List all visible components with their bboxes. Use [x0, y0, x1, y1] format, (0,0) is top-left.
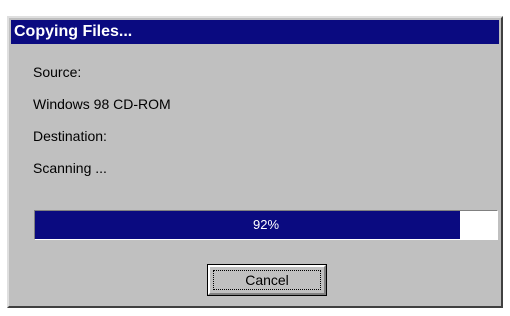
source-value: Windows 98 CD-ROM [33, 96, 171, 112]
progress-percent-label: 92% [252, 217, 280, 232]
cancel-button-label: Cancel [245, 272, 289, 288]
progress-bar: 92% [34, 210, 498, 240]
status-text: Scanning ... [33, 160, 107, 176]
copying-files-dialog: Copying Files... Source: Windows 98 CD-R… [7, 16, 503, 308]
title-bar: Copying Files... [11, 20, 499, 44]
cancel-button[interactable]: Cancel [207, 264, 327, 296]
destination-label: Destination: [33, 128, 107, 144]
source-label: Source: [33, 64, 82, 80]
